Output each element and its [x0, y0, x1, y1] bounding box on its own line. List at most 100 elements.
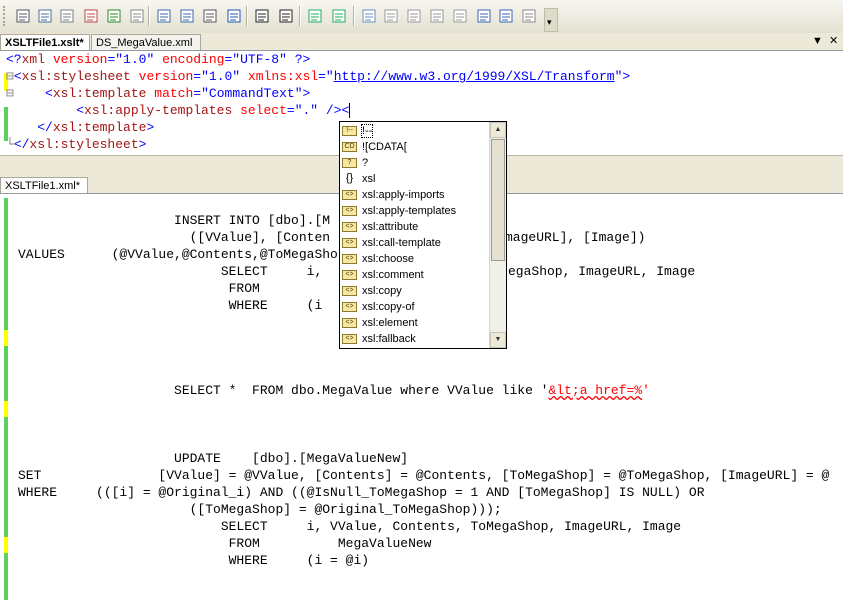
next-bookmark-button[interactable] [405, 7, 423, 25]
scroll-down-button[interactable]: ▼ [490, 332, 506, 348]
tree-button[interactable] [36, 7, 54, 25]
element-icon: <> [342, 238, 357, 249]
toolbar-separator [246, 6, 247, 26]
namespace-link[interactable]: http://www.w3.org/1999/XSL/Transform [334, 69, 615, 84]
clear-icon [522, 9, 536, 23]
xslt-line-apply-templates: <xsl:apply-templates select="." />< [76, 103, 351, 118]
find-prev-button[interactable] [475, 7, 493, 25]
clear-button[interactable] [520, 7, 538, 25]
outdent-button[interactable] [277, 7, 295, 25]
bookmark-left-button[interactable] [428, 7, 446, 25]
outline-button[interactable] [58, 7, 76, 25]
popup-scrollbar[interactable]: ▲ ▼ [489, 122, 506, 348]
bookmark-right-button[interactable] [451, 7, 469, 25]
window-icon [157, 9, 171, 23]
xml-line: INSERT INTO [dbo].[M [18, 213, 331, 228]
cascade-icon [180, 9, 194, 23]
xml-line: FROM MegaValueNew [18, 536, 432, 551]
debug-button[interactable] [82, 7, 100, 25]
run-button[interactable] [105, 7, 123, 25]
xml-line-tail: egaShop, ImageURL, Image [508, 264, 696, 279]
tab-xsltfile1-xslt[interactable]: XSLTFile1.xslt* [0, 34, 90, 50]
intellisense-item-label: xsl:apply-templates [362, 205, 457, 217]
schema-icon [203, 9, 217, 23]
tab-ds-megavalue-xml[interactable]: DS_MegaValue.xml [91, 34, 201, 50]
intellisense-item[interactable]: <> xsl:copy-of [342, 299, 490, 315]
find-prev-icon [477, 9, 491, 23]
indent-button[interactable] [253, 7, 271, 25]
schema-button[interactable] [201, 7, 219, 25]
xml-line: SET [VValue] = @VValue, [Contents] = @Co… [18, 468, 830, 483]
close-icon[interactable]: ✕ [829, 33, 838, 49]
change-marker [4, 401, 8, 417]
intellisense-item[interactable]: <> xsl:fallback [342, 331, 490, 347]
next-bookmark-icon [407, 9, 421, 23]
comment-icon: !-- [342, 126, 357, 137]
element-icon: <> [342, 222, 357, 233]
window-button[interactable] [155, 7, 173, 25]
intellisense-item[interactable]: <> xsl:call-template [342, 235, 490, 251]
tab-xsltfile1-xml[interactable]: XSLTFile1.xml* [0, 177, 88, 193]
tab-label: DS_MegaValue.xml [96, 37, 193, 49]
xslt-line-stylesheet-close: └</xsl:stylesheet> [6, 137, 147, 152]
font-icon [227, 9, 241, 23]
xml-line: WHERE (i [18, 298, 323, 313]
cdata-icon: CD [342, 142, 357, 153]
intellisense-popup[interactable]: !-- !-- CD ![CDATA[??{} xsl <> xsl:apply-impor… [339, 121, 507, 349]
element-icon: <> [342, 270, 357, 281]
chevron-down-icon: ▾ [547, 17, 552, 27]
toolbar-separator [299, 6, 300, 26]
xml-line-tail: mageURL], [Image]) [505, 230, 646, 245]
xml-line: ([ToMegaShop] = @Original_ToMegaShop))); [18, 502, 502, 517]
intellisense-item[interactable]: <> xsl:apply-imports [342, 187, 490, 203]
comment-button[interactable] [14, 7, 32, 25]
xml-line: WHERE (i = @i) [18, 553, 370, 568]
intellisense-item[interactable]: CD ![CDATA[ [342, 139, 490, 155]
intellisense-item[interactable]: <> xsl:apply-templates [342, 203, 490, 219]
bookmark-right-icon [453, 9, 467, 23]
tab-label: XSLTFile1.xml* [5, 180, 80, 192]
indent-icon [255, 9, 269, 23]
intellisense-item[interactable]: {} xsl [342, 171, 490, 187]
find-next-icon [499, 9, 513, 23]
toolbar-grip[interactable] [3, 6, 8, 26]
intellisense-item[interactable]: !-- !-- [342, 123, 490, 139]
scroll-up-button[interactable]: ▲ [490, 122, 506, 138]
element-icon: <> [342, 334, 357, 345]
intellisense-item-label: xsl:call-template [362, 237, 441, 249]
font-button[interactable] [225, 7, 243, 25]
xml-line: FROM [18, 281, 260, 296]
bookmark-left-icon [430, 9, 444, 23]
element-icon: <> [342, 254, 357, 265]
intellisense-item-label: ? [362, 157, 369, 169]
intellisense-item[interactable]: <> xsl:choose [342, 251, 490, 267]
debug-icon [84, 9, 98, 23]
intellisense-item[interactable]: <> xsl:copy [342, 283, 490, 299]
stop-button[interactable] [128, 7, 146, 25]
braces-icon: {} [345, 172, 354, 185]
intellisense-item-label: !-- [360, 124, 374, 138]
intellisense-item[interactable]: <> xsl:element [342, 315, 490, 331]
comment-icon [16, 9, 30, 23]
tree-icon [38, 9, 52, 23]
cascade-button[interactable] [178, 7, 196, 25]
toolbar-separator [148, 6, 149, 26]
list-button[interactable] [306, 7, 324, 25]
xml-line: SELECT i, egaShop, ImageURL, Image [18, 264, 696, 279]
toolbar: ▾ [0, 0, 843, 34]
intellisense-item[interactable]: ?? [342, 155, 490, 171]
block-button[interactable] [330, 7, 348, 25]
intellisense-item-label: xsl:element [362, 317, 418, 329]
element-icon: <> [342, 190, 357, 201]
toolbar-overflow-button[interactable]: ▾ [544, 8, 558, 32]
prev-bookmark-button[interactable] [382, 7, 400, 25]
intellisense-item[interactable]: <> xsl:comment [342, 267, 490, 283]
bookmark-button[interactable] [360, 7, 378, 25]
find-next-button[interactable] [497, 7, 515, 25]
scroll-thumb[interactable] [491, 139, 505, 261]
window-list-dropdown[interactable]: ▼ [812, 33, 823, 49]
intellisense-item[interactable]: <> xsl:attribute [342, 219, 490, 235]
stop-icon [130, 9, 144, 23]
outdent-icon [279, 9, 293, 23]
xslt-line-template-close: </xsl:template> [37, 120, 155, 135]
